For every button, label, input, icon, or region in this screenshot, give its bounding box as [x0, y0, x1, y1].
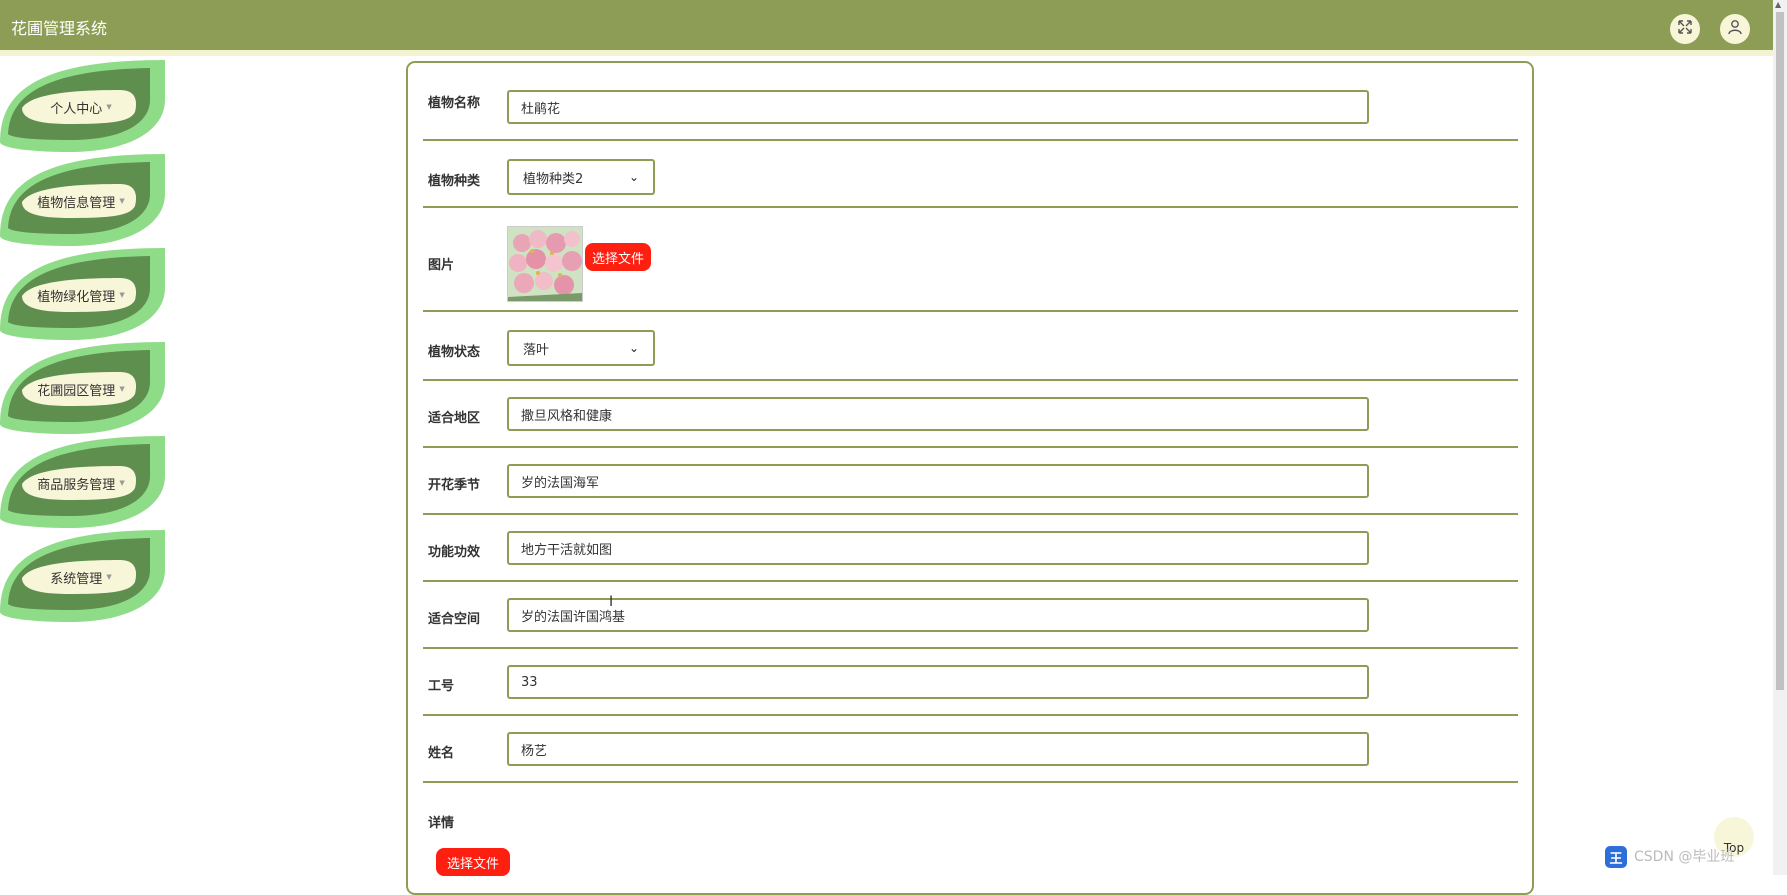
- user-menu-button[interactable]: [1720, 14, 1750, 44]
- sidebar-item-personal-center[interactable]: 个人中心 ▼: [0, 60, 165, 152]
- plant-type-label: 植物种类: [428, 174, 481, 189]
- watermark: CSDN @毕业班: [1634, 849, 1735, 865]
- plant-type-select[interactable]: 植物种类2 ⌄: [507, 159, 655, 195]
- staff-no-label: 工号: [428, 679, 455, 694]
- plant-name-label: 植物名称: [428, 96, 481, 111]
- region-label: 适合地区: [428, 411, 481, 426]
- expand-icon: [1678, 20, 1692, 38]
- caret-down-icon: ▼: [119, 479, 125, 487]
- scroll-up-icon[interactable]: ▲: [1775, 0, 1781, 9]
- caret-down-icon: ▼: [119, 385, 125, 393]
- page-scrollbar[interactable]: ▲: [1773, 0, 1787, 875]
- plant-name-input[interactable]: 杜鹃花: [507, 90, 1369, 124]
- scroll-thumb[interactable]: [1776, 12, 1784, 690]
- plant-image-thumbnail: [507, 226, 583, 302]
- form-row-plant-name: 植物名称 杜鹃花: [423, 63, 1518, 141]
- plant-form-panel: 植物名称 杜鹃花 植物种类 植物种类2 ⌄ 图片 选择文件 植物状态 落叶 ⌄: [406, 61, 1534, 895]
- sidebar-item-plant-info[interactable]: 植物信息管理 ▼: [0, 154, 165, 246]
- text-cursor-icon: I: [609, 594, 614, 610]
- plant-type-value: 植物种类2: [523, 171, 584, 187]
- plant-status-value: 落叶: [523, 342, 550, 358]
- form-row-plant-type: 植物种类 植物种类2 ⌄: [423, 141, 1518, 208]
- detail-choose-file-button[interactable]: 选择文件: [436, 848, 510, 876]
- name-input[interactable]: 杨艺: [507, 732, 1369, 766]
- function-input[interactable]: 地方干活就如图: [507, 531, 1369, 565]
- form-row-staff-no: 工号 33: [423, 649, 1518, 716]
- sidebar-item-product-service[interactable]: 商品服务管理 ▼: [0, 436, 165, 528]
- sidebar-item-label: 植物绿化管理: [37, 289, 116, 305]
- fullscreen-button[interactable]: [1670, 14, 1700, 44]
- form-row-region: 适合地区 撒旦风格和健康: [423, 381, 1518, 448]
- image-choose-file-button[interactable]: 选择文件: [585, 243, 651, 271]
- chevron-down-icon: ⌄: [628, 341, 639, 355]
- caret-down-icon: ▼: [119, 197, 125, 205]
- form-row-name: 姓名 杨艺: [423, 716, 1518, 783]
- sidebar-item-system[interactable]: 系统管理 ▼: [0, 530, 165, 622]
- sidebar-item-label: 个人中心: [50, 101, 103, 117]
- staff-no-input[interactable]: 33: [507, 665, 1369, 699]
- top-header: 花圃管理系统: [0, 0, 1773, 56]
- form-row-function: 功能功效 地方干活就如图: [423, 515, 1518, 582]
- space-label: 适合空间: [428, 612, 481, 627]
- form-row-plant-status: 植物状态 落叶 ⌄: [423, 312, 1518, 381]
- sidebar-item-label: 商品服务管理: [37, 477, 116, 493]
- caret-down-icon: ▼: [106, 103, 112, 111]
- bloom-season-label: 开花季节: [428, 478, 481, 493]
- space-input[interactable]: 岁的法国许国鸿基: [507, 598, 1369, 632]
- sidebar-item-garden-area[interactable]: 花圃园区管理 ▼: [0, 342, 165, 434]
- sidebar-item-label: 植物信息管理: [37, 195, 116, 211]
- sidebar-item-label: 系统管理: [50, 571, 103, 587]
- app-title: 花圃管理系统: [11, 19, 108, 38]
- form-row-space: 适合空间 岁的法国许国鸿基: [423, 582, 1518, 649]
- sidebar-item-plant-greening[interactable]: 植物绿化管理 ▼: [0, 248, 165, 340]
- detail-label: 详情: [428, 816, 455, 831]
- form-row-bloom-season: 开花季节 岁的法国海军: [423, 448, 1518, 515]
- plant-status-select[interactable]: 落叶 ⌄: [507, 330, 655, 366]
- name-label: 姓名: [428, 746, 455, 761]
- bloom-season-input[interactable]: 岁的法国海军: [507, 464, 1369, 498]
- plant-status-label: 植物状态: [428, 345, 481, 360]
- image-label: 图片: [428, 258, 455, 273]
- region-input[interactable]: 撒旦风格和健康: [507, 397, 1369, 431]
- caret-down-icon: ▼: [106, 573, 112, 581]
- user-icon: [1727, 19, 1743, 39]
- form-row-image: 图片 选择文件: [423, 208, 1518, 312]
- sidebar-item-label: 花圃园区管理: [37, 383, 116, 399]
- caret-down-icon: ▼: [119, 291, 125, 299]
- function-label: 功能功效: [428, 545, 481, 560]
- ime-icon[interactable]: 王: [1605, 846, 1627, 868]
- chevron-down-icon: ⌄: [628, 170, 639, 184]
